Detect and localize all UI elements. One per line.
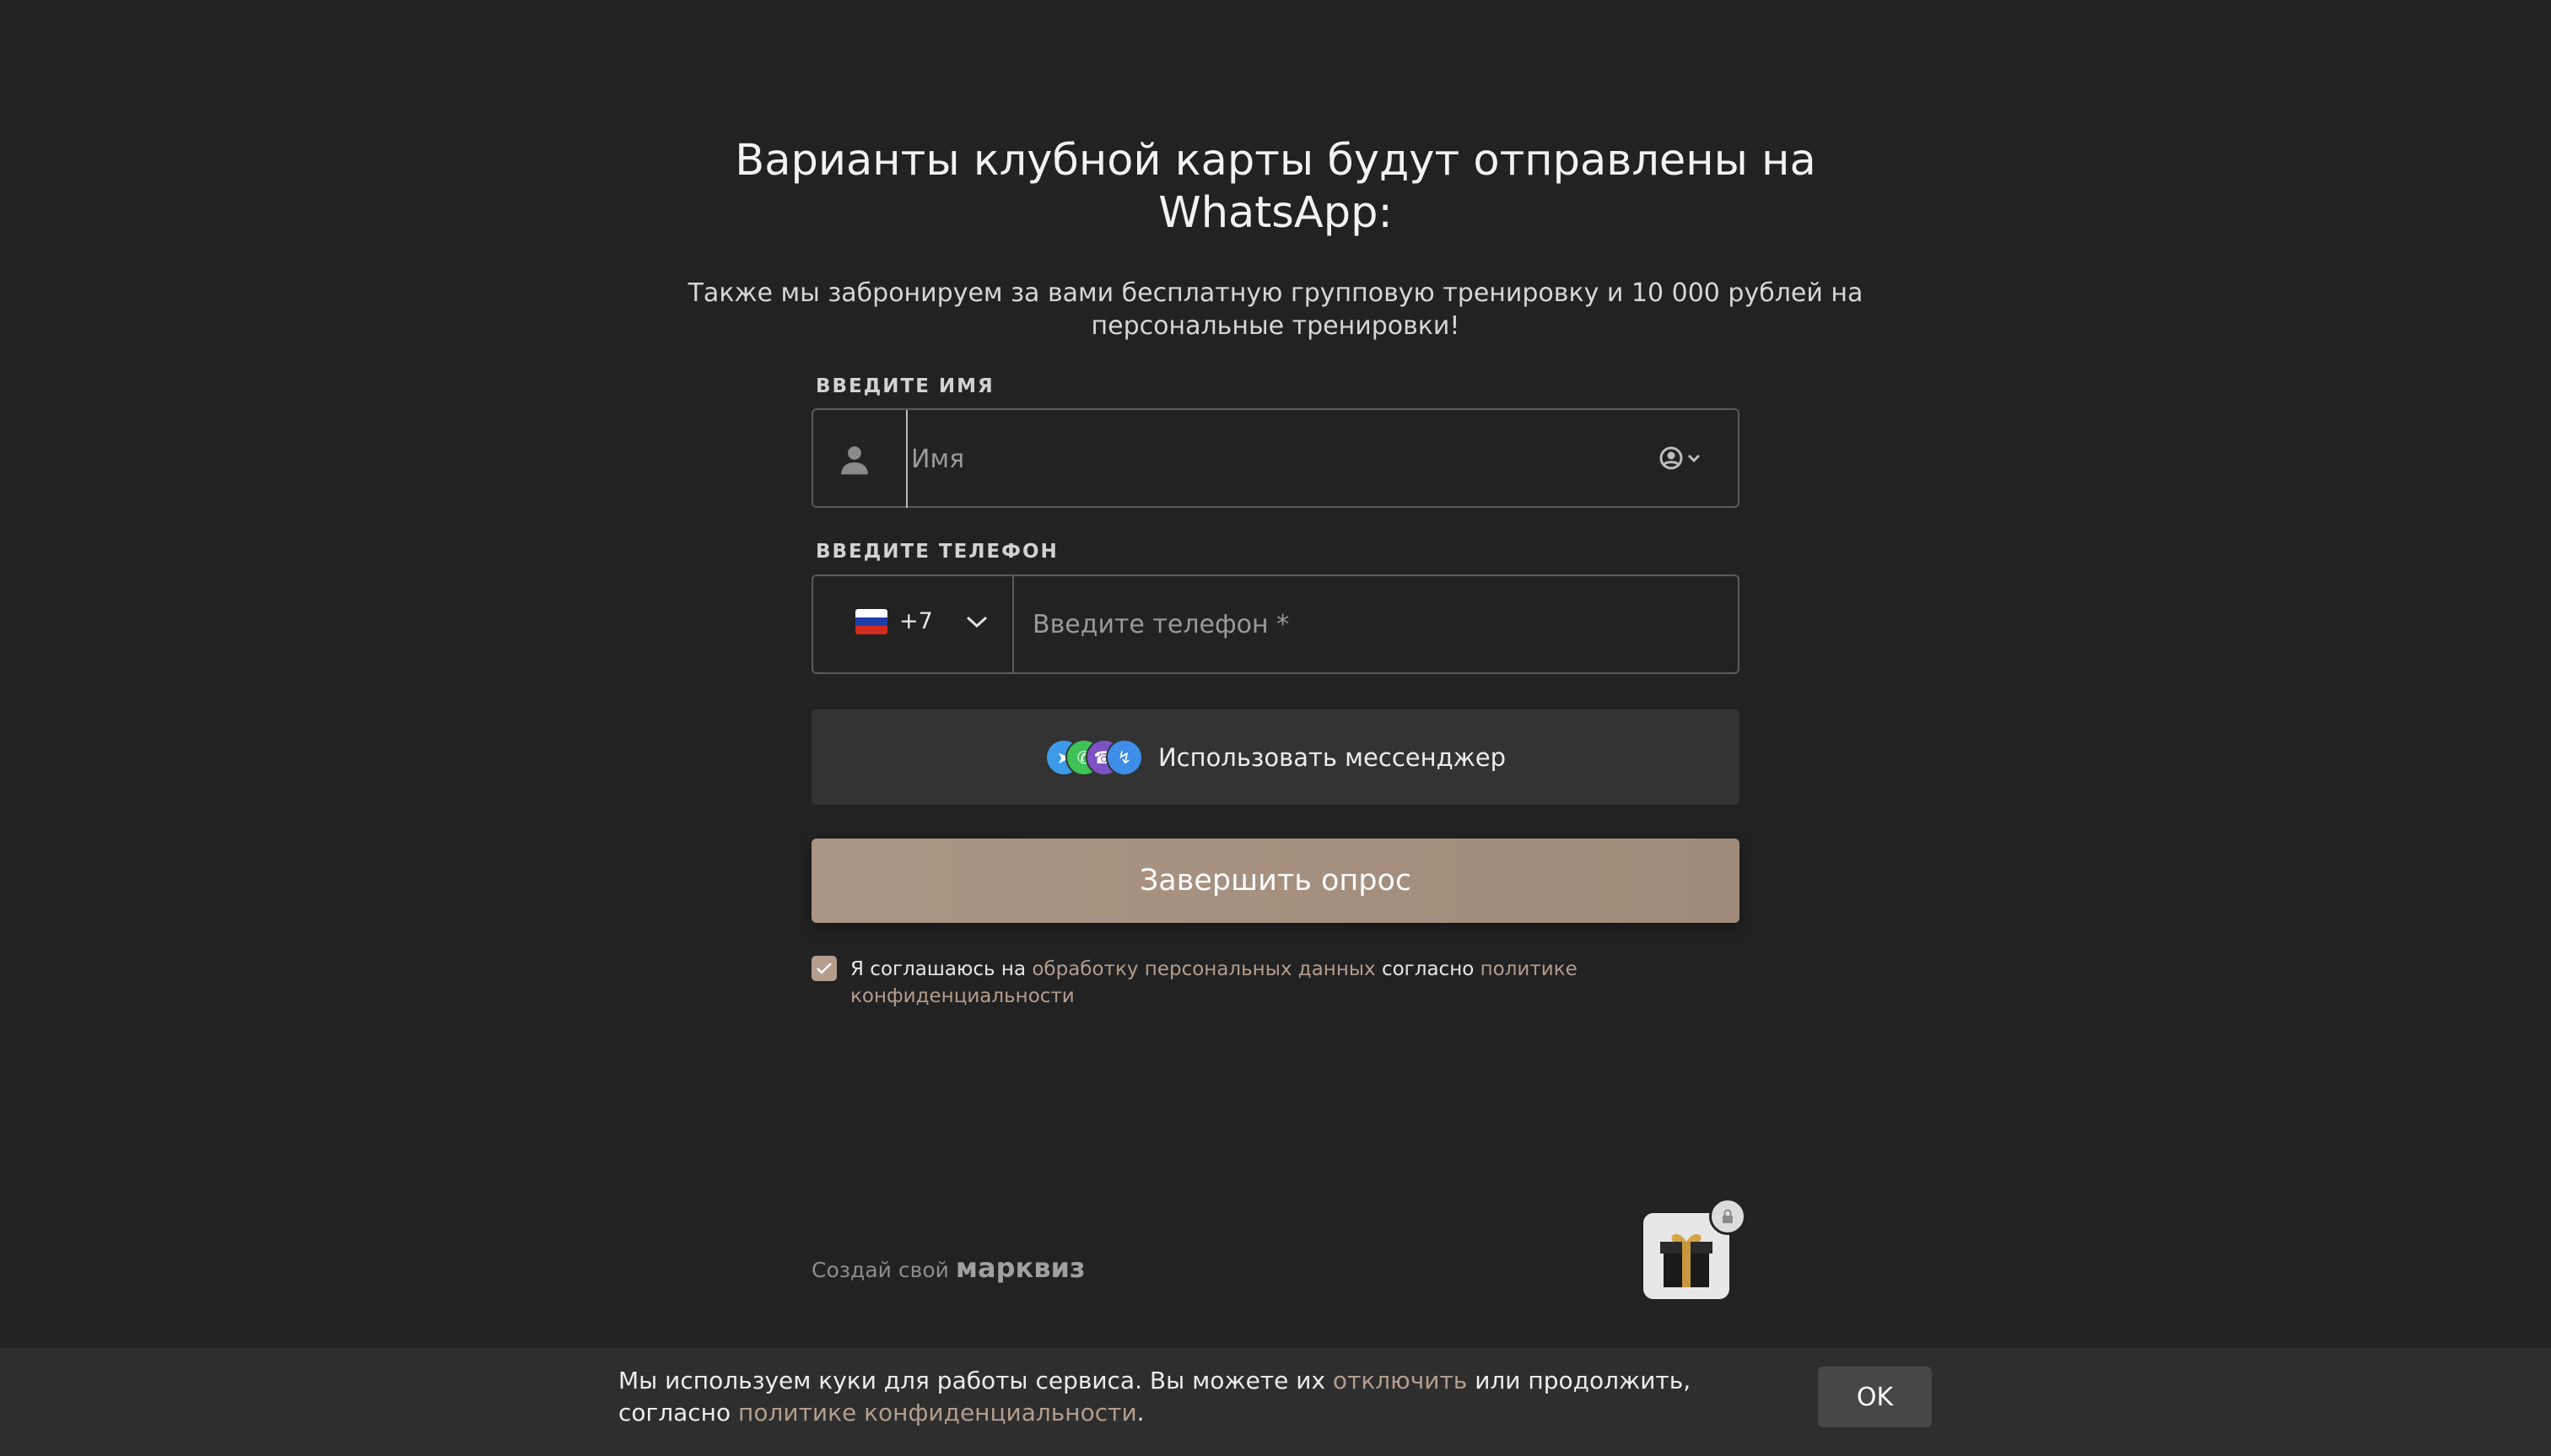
country-code: +7	[899, 608, 933, 634]
name-field[interactable]	[812, 408, 1739, 508]
lock-icon	[1709, 1198, 1746, 1235]
russia-flag-icon	[855, 609, 887, 634]
checkmark-icon	[817, 963, 832, 974]
page-subtitle: Также мы забронируем за вами бесплатную …	[688, 278, 1863, 341]
use-messenger-button[interactable]: ➤ ✆ ☎ ↯ Использовать мессенджер	[812, 709, 1739, 805]
messenger-button-label: Использовать мессенджер	[1157, 742, 1507, 772]
messenger-icon: ↯	[1105, 738, 1143, 776]
cookie-banner: Мы используем куки для работы сервиса. В…	[0, 1348, 2551, 1456]
cookie-privacy-link[interactable]: политике конфиденциальности	[738, 1399, 1137, 1426]
page-title: Варианты клубной карты будут отправлены …	[735, 136, 1816, 238]
phone-input[interactable]	[1014, 576, 1738, 672]
name-input[interactable]	[906, 410, 1630, 508]
messenger-icons: ➤ ✆ ☎ ↯	[1044, 738, 1145, 776]
cookie-disable-link[interactable]: отключить	[1333, 1367, 1467, 1394]
marquiz-brand-link[interactable]: Создай свой марквиз	[812, 1252, 1085, 1284]
finish-survey-button[interactable]: Завершить опрос	[812, 839, 1739, 923]
consent-text: Я соглашаюсь на обработку персональных д…	[850, 958, 1578, 1007]
name-field-label: ВВЕДИТЕ ИМЯ	[816, 375, 995, 397]
country-code-select[interactable]: +7	[813, 576, 1014, 672]
autofill-contact-icon[interactable]	[1658, 445, 1704, 471]
personal-data-link[interactable]: обработку персональных данных	[1032, 958, 1375, 980]
consent-checkbox[interactable]	[812, 956, 837, 981]
cookie-ok-button[interactable]: OK	[1818, 1367, 1932, 1427]
chevron-down-icon	[966, 616, 988, 628]
user-icon	[841, 446, 868, 475]
phone-field[interactable]: +7	[812, 574, 1739, 674]
cookie-text: Мы используем куки для работы сервиса. В…	[618, 1367, 1691, 1426]
phone-field-label: ВВЕДИТЕ ТЕЛЕФОН	[816, 541, 1059, 563]
